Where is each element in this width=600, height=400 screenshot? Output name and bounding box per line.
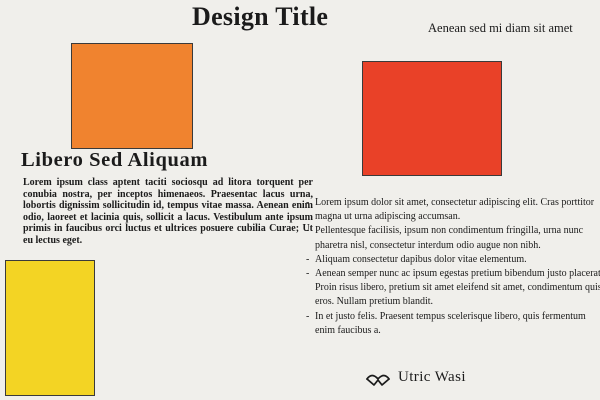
section-heading: Libero Sed Aliquam	[21, 149, 208, 171]
orange-square	[71, 43, 193, 149]
bullet-item: Pellentesque facilisis, ipsum non condim…	[306, 224, 600, 252]
bullet-item: Lorem ipsum dolor sit amet, consectetur …	[306, 196, 600, 224]
yellow-rectangle	[5, 260, 95, 396]
brand-logo: Utric Wasi	[365, 369, 466, 386]
bullet-list: Lorem ipsum dolor sit amet, consectetur …	[306, 196, 600, 338]
bullet-item: In et justo felis. Praesent tempus scele…	[306, 310, 600, 338]
section-body-text: Lorem ipsum class aptent taciti sociosqu…	[23, 177, 313, 246]
header-tagline: Aenean sed mi diam sit amet	[428, 21, 573, 35]
bullet-item: Aliquam consectetur dapibus dolor vitae …	[306, 253, 600, 267]
wave-logo-icon	[366, 374, 390, 386]
bullet-item: Aenean semper nunc ac ipsum egestas pret…	[306, 267, 600, 310]
page-title: Design Title	[192, 2, 329, 31]
brand-name: Utric Wasi	[398, 369, 466, 385]
red-square	[362, 61, 502, 176]
